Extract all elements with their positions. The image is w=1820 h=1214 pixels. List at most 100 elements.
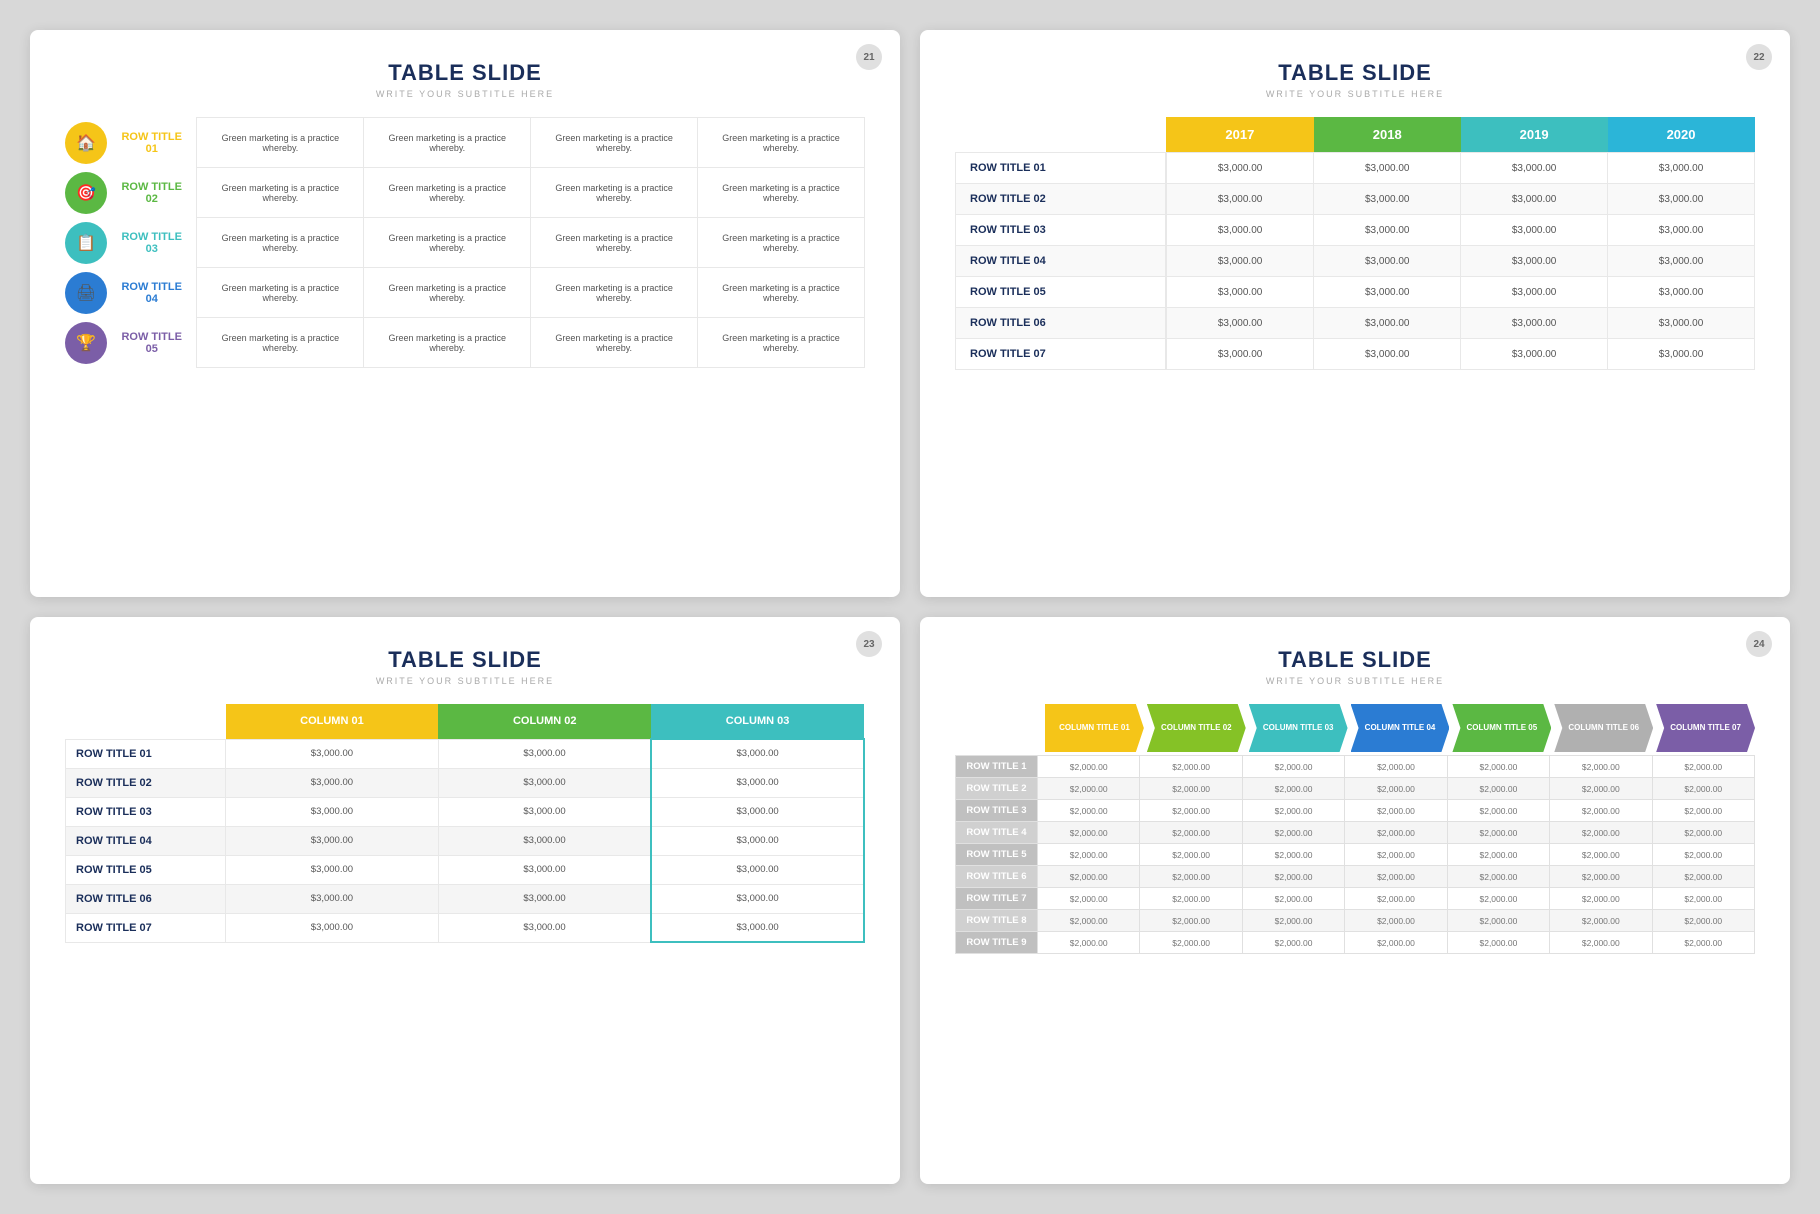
s2-row-title-0: ROW TITLE 01 <box>956 153 1166 184</box>
s1-cell-4-1: Green marketing is a practice whereby. <box>364 318 531 368</box>
s1-row-title-1: 🎯 ROW TITLE 02 <box>65 168 197 218</box>
slide-3: 23 TABLE SLIDE WRITE YOUR SUBTITLE HERE … <box>30 617 900 1184</box>
s1-label-0: ROW TITLE 01 <box>115 131 188 155</box>
s2-cell-2-1: $3,000.00 <box>1314 215 1461 246</box>
s4-cell-3-0: $2,000.00 <box>1038 822 1140 844</box>
s4-cell-8-6: $2,000.00 <box>1652 932 1754 954</box>
s3-cell-1-0: $3,000.00 <box>226 768 439 797</box>
s2-cell-3-1: $3,000.00 <box>1314 246 1461 277</box>
s4-cell-6-3: $2,000.00 <box>1345 888 1447 910</box>
s2-cell-2-2: $3,000.00 <box>1461 215 1608 246</box>
s1-cell-3-3: Green marketing is a practice whereby. <box>698 268 865 318</box>
s3-row-title-6: ROW TITLE 07 <box>66 913 226 942</box>
s4-row-title-6: ROW TITLE 7 <box>956 888 1038 910</box>
s4-cell-5-4: $2,000.00 <box>1447 866 1549 888</box>
s4-row-title-7: ROW TITLE 8 <box>956 910 1038 932</box>
s2-cell-1-2: $3,000.00 <box>1461 184 1608 215</box>
s4-cell-3-5: $2,000.00 <box>1550 822 1652 844</box>
s1-cell-4-2: Green marketing is a practice whereby. <box>531 318 698 368</box>
s4-cell-7-6: $2,000.00 <box>1652 910 1754 932</box>
s3-cell-0-0: $3,000.00 <box>226 739 439 768</box>
s1-cell-1-3: Green marketing is a practice whereby. <box>698 168 865 218</box>
s4-cell-7-2: $2,000.00 <box>1242 910 1344 932</box>
s3-row-title-2: ROW TITLE 03 <box>66 797 226 826</box>
s2-cell-1-3: $3,000.00 <box>1608 184 1755 215</box>
s4-row-title-4: ROW TITLE 5 <box>956 844 1038 866</box>
s1-cell-4-0: Green marketing is a practice whereby. <box>197 318 364 368</box>
s2-cell-4-2: $3,000.00 <box>1461 277 1608 308</box>
s4-row-title-2: ROW TITLE 3 <box>956 800 1038 822</box>
slide-number-4: 24 <box>1746 631 1772 657</box>
s1-label-4: ROW TITLE 05 <box>115 331 188 355</box>
slide-number-1: 21 <box>856 44 882 70</box>
s4-cell-5-0: $2,000.00 <box>1038 866 1140 888</box>
s2-cell-0-3: $3,000.00 <box>1608 153 1755 184</box>
s1-cell-3-0: Green marketing is a practice whereby. <box>197 268 364 318</box>
s1-icon-0: 🏠 <box>65 122 107 164</box>
s4-cell-8-0: $2,000.00 <box>1038 932 1140 954</box>
s4-cell-7-5: $2,000.00 <box>1550 910 1652 932</box>
s3-cell-6-1: $3,000.00 <box>438 913 651 942</box>
s3-col-header-2: COLUMN 03 <box>651 704 864 739</box>
s2-cell-5-0: $3,000.00 <box>1166 308 1314 339</box>
s3-cell-1-2: $3,000.00 <box>651 768 864 797</box>
s4-cell-2-0: $2,000.00 <box>1038 800 1140 822</box>
s4-cell-0-0: $2,000.00 <box>1038 756 1140 778</box>
slide-3-subtitle: WRITE YOUR SUBTITLE HERE <box>65 676 865 686</box>
s4-cell-5-6: $2,000.00 <box>1652 866 1754 888</box>
s2-cell-2-3: $3,000.00 <box>1608 215 1755 246</box>
s4-cell-4-3: $2,000.00 <box>1345 844 1447 866</box>
s4-cell-2-2: $2,000.00 <box>1242 800 1344 822</box>
s1-icon-2: 📋 <box>65 222 107 264</box>
s3-cell-3-1: $3,000.00 <box>438 826 651 855</box>
s1-label-1: ROW TITLE 02 <box>115 181 188 205</box>
s1-row-title-4: 🏆 ROW TITLE 05 <box>65 318 197 368</box>
s2-cell-0-1: $3,000.00 <box>1314 153 1461 184</box>
s3-cell-4-0: $3,000.00 <box>226 855 439 884</box>
s3-cell-2-2: $3,000.00 <box>651 797 864 826</box>
s4-cell-0-6: $2,000.00 <box>1652 756 1754 778</box>
s3-cell-3-2: $3,000.00 <box>651 826 864 855</box>
s3-cell-0-2: $3,000.00 <box>651 739 864 768</box>
slide-number-2: 22 <box>1746 44 1772 70</box>
s1-label-3: ROW TITLE 04 <box>115 281 188 305</box>
s2-cell-1-0: $3,000.00 <box>1166 184 1314 215</box>
s4-col-header-4: COLUMN TITLE 05 <box>1452 704 1551 752</box>
s3-cell-5-0: $3,000.00 <box>226 884 439 913</box>
s1-row-title-2: 📋 ROW TITLE 03 <box>65 218 197 268</box>
s1-cell-0-0: Green marketing is a practice whereby. <box>197 118 364 168</box>
s4-cell-3-4: $2,000.00 <box>1447 822 1549 844</box>
s3-col-header-0: COLUMN 01 <box>226 704 439 739</box>
s2-cell-4-1: $3,000.00 <box>1314 277 1461 308</box>
s4-cell-1-0: $2,000.00 <box>1038 778 1140 800</box>
s2-cell-5-1: $3,000.00 <box>1314 308 1461 339</box>
s1-row-title-3: 🖨 ROW TITLE 04 <box>65 268 197 318</box>
s4-cell-4-2: $2,000.00 <box>1242 844 1344 866</box>
s2-row-title-2: ROW TITLE 03 <box>956 215 1166 246</box>
s1-cell-0-2: Green marketing is a practice whereby. <box>531 118 698 168</box>
s2-col-header-2: 2019 <box>1461 117 1608 153</box>
s2-cell-1-1: $3,000.00 <box>1314 184 1461 215</box>
s4-col-header-6: COLUMN TITLE 07 <box>1656 704 1755 752</box>
s4-row-title-1: ROW TITLE 2 <box>956 778 1038 800</box>
s2-cell-0-2: $3,000.00 <box>1461 153 1608 184</box>
s4-cell-6-1: $2,000.00 <box>1140 888 1242 910</box>
s3-cell-4-1: $3,000.00 <box>438 855 651 884</box>
slide-1-table: 🏠 ROW TITLE 01 Green marketing is a prac… <box>65 117 865 368</box>
s4-cell-4-0: $2,000.00 <box>1038 844 1140 866</box>
s4-cell-2-6: $2,000.00 <box>1652 800 1754 822</box>
s4-cell-1-5: $2,000.00 <box>1550 778 1652 800</box>
s3-cell-3-0: $3,000.00 <box>226 826 439 855</box>
s4-cell-3-6: $2,000.00 <box>1652 822 1754 844</box>
s1-cell-1-2: Green marketing is a practice whereby. <box>531 168 698 218</box>
s4-cell-0-2: $2,000.00 <box>1242 756 1344 778</box>
s4-cell-4-4: $2,000.00 <box>1447 844 1549 866</box>
s4-cell-6-6: $2,000.00 <box>1652 888 1754 910</box>
s4-cell-3-3: $2,000.00 <box>1345 822 1447 844</box>
s3-cell-0-1: $3,000.00 <box>438 739 651 768</box>
s2-cell-6-3: $3,000.00 <box>1608 339 1755 370</box>
s4-row-title-8: ROW TITLE 9 <box>956 932 1038 954</box>
s2-row-title-5: ROW TITLE 06 <box>956 308 1166 339</box>
s3-col-header-1: COLUMN 02 <box>438 704 651 739</box>
s4-cell-1-1: $2,000.00 <box>1140 778 1242 800</box>
